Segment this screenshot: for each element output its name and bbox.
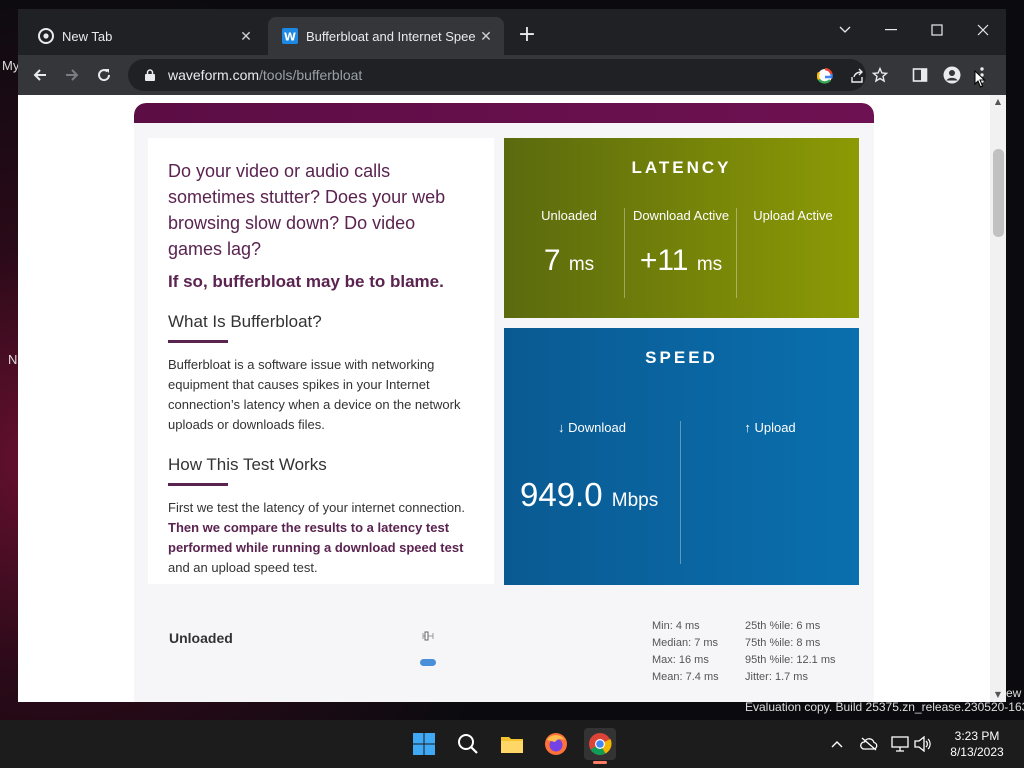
latency-panel: LATENCY Unloaded Download Active Upload … [504,138,859,318]
chevron-up-icon[interactable] [827,734,847,754]
evaluation-watermark: Evaluation copy. Build 25375.zn_release.… [745,700,1024,714]
how-body-part2: and an upload speed test. [168,560,318,575]
share-icon[interactable] [848,67,866,85]
speed-title: SPEED [645,348,718,367]
latency-download-value: +11 ms [639,244,723,277]
stat-min: Min: 4 ms [652,620,700,632]
stat-max: Max: 16 ms [652,654,709,666]
back-button[interactable] [28,63,52,87]
tab-new-tab[interactable]: New Tab ✕ [24,17,264,55]
test-card: Do your video or audio calls sometimes s… [134,103,874,702]
waveform-icon: W [282,28,298,44]
latency-unit: ms [696,254,723,275]
stat-p95: 95th %ile: 12.1 ms [745,654,836,666]
page-scrollbar[interactable]: ▲ ▼ [990,95,1006,702]
maximize-button[interactable] [914,15,960,45]
network-icon[interactable] [890,734,910,754]
chrome-icon [38,28,54,44]
latency-title: LATENCY [631,158,732,177]
minimize-button[interactable] [868,15,914,45]
scroll-thumb[interactable] [993,149,1004,237]
latency-distribution-bar [420,659,436,666]
heading-underline [168,483,228,486]
close-icon[interactable]: ✕ [476,26,496,46]
blame-text: If so, bufferbloat may be to blame. [168,272,444,291]
info-panel: Do your video or audio calls sometimes s… [148,138,494,584]
what-body: Bufferbloat is a software issue with net… [168,357,461,432]
address-bar[interactable]: waveform.com/tools/bufferbloat [128,59,866,91]
google-icon[interactable] [816,67,834,85]
desktop-icon-label[interactable]: N [8,352,17,367]
page-viewport: Do your video or audio calls sometimes s… [18,95,990,702]
volume-icon[interactable] [913,734,933,754]
stat-jitter: Jitter: 1.7 ms [745,671,808,683]
clock-date: 8/13/2023 [950,745,1004,759]
reload-button[interactable] [92,63,116,87]
tab-title: New Tab [62,28,113,44]
latency-unit: ms [568,254,595,275]
start-button[interactable] [408,728,440,760]
window-close-button[interactable] [960,15,1006,45]
intro-text: Do your video or audio calls sometimes s… [168,161,446,259]
forward-button[interactable] [60,63,84,87]
speed-upload-label: ↑ Upload [744,420,796,435]
stat-mean: Mean: 7.4 ms [652,671,719,683]
browser-toolbar: waveform.com/tools/bufferbloat [18,55,1006,95]
latency-stats-row: Unloaded Min: 4 ms Median: 7 ms Max: 16 … [134,593,874,702]
desktop-edge-text: ew [1006,686,1022,700]
taskbar-clock[interactable]: 3:23 PM 8/13/2023 [942,728,1012,760]
stat-p75: 75th %ile: 8 ms [745,637,821,649]
card-header-bar [134,103,874,123]
stats-label: Unloaded [169,630,233,646]
chevron-down-icon[interactable] [822,15,868,45]
file-explorer-icon[interactable] [496,728,528,760]
scroll-up-arrow[interactable]: ▲ [990,95,1006,109]
browser-window: New Tab ✕ W Bufferbloat and Internet Spe… [18,9,1006,702]
taskbar: 3:23 PM 8/13/2023 [0,720,1024,768]
profile-icon[interactable] [940,63,964,87]
firefox-icon[interactable] [540,728,572,760]
speed-panel: SPEED ↓ Download ↑ Upload 949.0 Mbps [504,328,859,585]
latency-upload-label: Upload Active [753,208,833,223]
stat-median: Median: 7 ms [652,637,719,649]
latency-unloaded-value: 7 ms [543,244,595,277]
url-path: /tools/bufferbloat [259,67,363,83]
mouse-cursor-icon [974,70,986,88]
tab-strip: New Tab ✕ W Bufferbloat and Internet Spe… [18,9,1006,55]
svg-text:W: W [284,31,296,44]
column-divider [680,421,681,564]
tab-title: Bufferbloat and Internet Speed Test [306,28,476,44]
tab-bufferbloat[interactable]: W Bufferbloat and Internet Speed Test ✕ [268,17,504,55]
star-icon[interactable] [868,63,892,87]
stat-p25: 25th %ile: 6 ms [745,620,821,632]
what-heading: What Is Bufferbloat? [168,312,322,331]
side-panel-icon[interactable] [908,63,932,87]
cloud-icon[interactable] [859,734,879,754]
clock-time: 3:23 PM [954,729,1000,743]
heading-underline [168,340,228,343]
speed-download-value: 949.0 Mbps [520,476,659,513]
close-icon[interactable]: ✕ [236,26,256,46]
lock-icon[interactable] [142,69,158,81]
how-body-bold: Then we compare the results to a latency… [168,520,464,555]
new-tab-button[interactable]: + [516,24,538,47]
url-host: waveform.com [168,67,260,83]
speed-unit: Mbps [611,490,659,511]
active-app-indicator [593,761,607,764]
how-body-part1: First we test the latency of your intern… [168,500,465,515]
chrome-taskbar-icon[interactable] [584,728,616,764]
how-heading: How This Test Works [168,455,327,474]
latency-unloaded-label: Unloaded [541,208,597,223]
desktop-icon-label[interactable]: My [2,58,19,73]
how-body: First we test the latency of your intern… [168,498,474,578]
box-plot-icon [422,631,434,641]
speed-download-label: ↓ Download [558,420,626,435]
search-icon[interactable] [452,728,484,760]
latency-download-label: Download Active [632,208,730,223]
